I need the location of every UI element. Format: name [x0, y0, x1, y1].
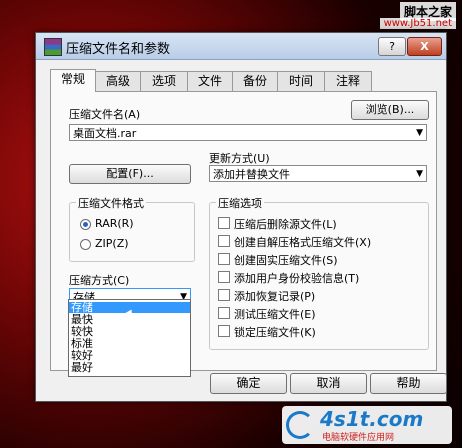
dropdown-option[interactable]: 较好	[71, 350, 93, 361]
lock-checkbox[interactable]	[218, 325, 230, 337]
winrar-icon	[44, 38, 62, 56]
ok-button[interactable]: 确定	[210, 373, 287, 394]
option-label: 锁定压缩文件(K)	[234, 326, 316, 339]
option-label: 添加用户身份校验信息(T)	[234, 272, 360, 285]
close-button[interactable]: X	[407, 37, 442, 56]
option-label: 压缩后删除源文件(L)	[234, 218, 337, 231]
site-logo: 4s1t.com 电脑软硬件应用网	[282, 406, 452, 444]
rar-radio[interactable]	[80, 219, 91, 230]
update-mode-label: 更新方式(U)	[209, 152, 270, 165]
chevron-down-icon: ▼	[416, 128, 423, 138]
help-button-titlebar[interactable]: ?	[378, 37, 406, 56]
archive-name-combo[interactable]: 桌面文档.rar ▼	[69, 124, 427, 141]
solid-checkbox[interactable]	[218, 253, 230, 265]
logo-tagline: 电脑软硬件应用网	[322, 433, 395, 443]
update-mode-value: 添加并替换文件	[213, 168, 290, 181]
tab-comment[interactable]: 注释	[324, 71, 372, 91]
sfx-checkbox[interactable]	[218, 235, 230, 247]
swirl-icon	[286, 411, 314, 439]
delete-after-checkbox[interactable]	[218, 217, 230, 229]
tab-backup[interactable]: 备份	[232, 71, 278, 91]
dropdown-option[interactable]: 最好	[71, 362, 93, 373]
recovery-checkbox[interactable]	[218, 289, 230, 301]
window-title: 压缩文件名和参数	[66, 42, 171, 57]
auth-checkbox[interactable]	[218, 271, 230, 283]
test-checkbox[interactable]	[218, 307, 230, 319]
format-group: 压缩文件格式 RAR(R) ZIP(Z)	[69, 195, 195, 262]
rar-radio-label: RAR(R)	[95, 217, 134, 230]
zip-radio-label: ZIP(Z)	[95, 237, 129, 250]
archive-name-label: 压缩文件名(A)	[69, 108, 141, 121]
method-label: 压缩方式(C)	[69, 274, 130, 287]
dropdown-option[interactable]: 最快	[71, 314, 93, 325]
browse-button[interactable]: 浏览(B)...	[351, 100, 429, 120]
tab-general[interactable]: 常规	[50, 69, 96, 92]
option-label: 创建自解压格式压缩文件(X)	[234, 236, 372, 249]
options-group: 压缩选项 压缩后删除源文件(L) 创建自解压格式压缩文件(X) 创建固实压缩文件…	[209, 195, 429, 350]
watermark-url: www.Jb51.net	[379, 18, 456, 29]
dropdown-option[interactable]: 标准	[71, 338, 93, 349]
title-bar: 压缩文件名和参数 ? X	[36, 33, 446, 60]
tab-options[interactable]: 选项	[140, 71, 188, 91]
option-label: 测试压缩文件(E)	[234, 308, 316, 321]
help-button[interactable]: 帮助	[370, 373, 447, 394]
tab-advanced[interactable]: 高级	[95, 71, 141, 91]
options-group-title: 压缩选项	[216, 195, 264, 211]
tab-time[interactable]: 时间	[277, 71, 325, 91]
logo-brand: 4s1t.com	[320, 407, 424, 431]
profile-button[interactable]: 配置(F)...	[69, 164, 191, 184]
archive-name-value: 桌面文档.rar	[73, 127, 137, 140]
update-mode-select[interactable]: 添加并替换文件 ▼	[209, 165, 427, 182]
tab-files[interactable]: 文件	[187, 71, 233, 91]
dropdown-option[interactable]: 较快	[71, 326, 93, 337]
cancel-button[interactable]: 取消	[290, 373, 367, 394]
chevron-down-icon: ▼	[416, 169, 423, 179]
option-label: 创建固实压缩文件(S)	[234, 254, 338, 267]
format-group-title: 压缩文件格式	[76, 195, 146, 211]
zip-radio[interactable]	[80, 239, 91, 250]
option-label: 添加恢复记录(P)	[234, 290, 316, 303]
